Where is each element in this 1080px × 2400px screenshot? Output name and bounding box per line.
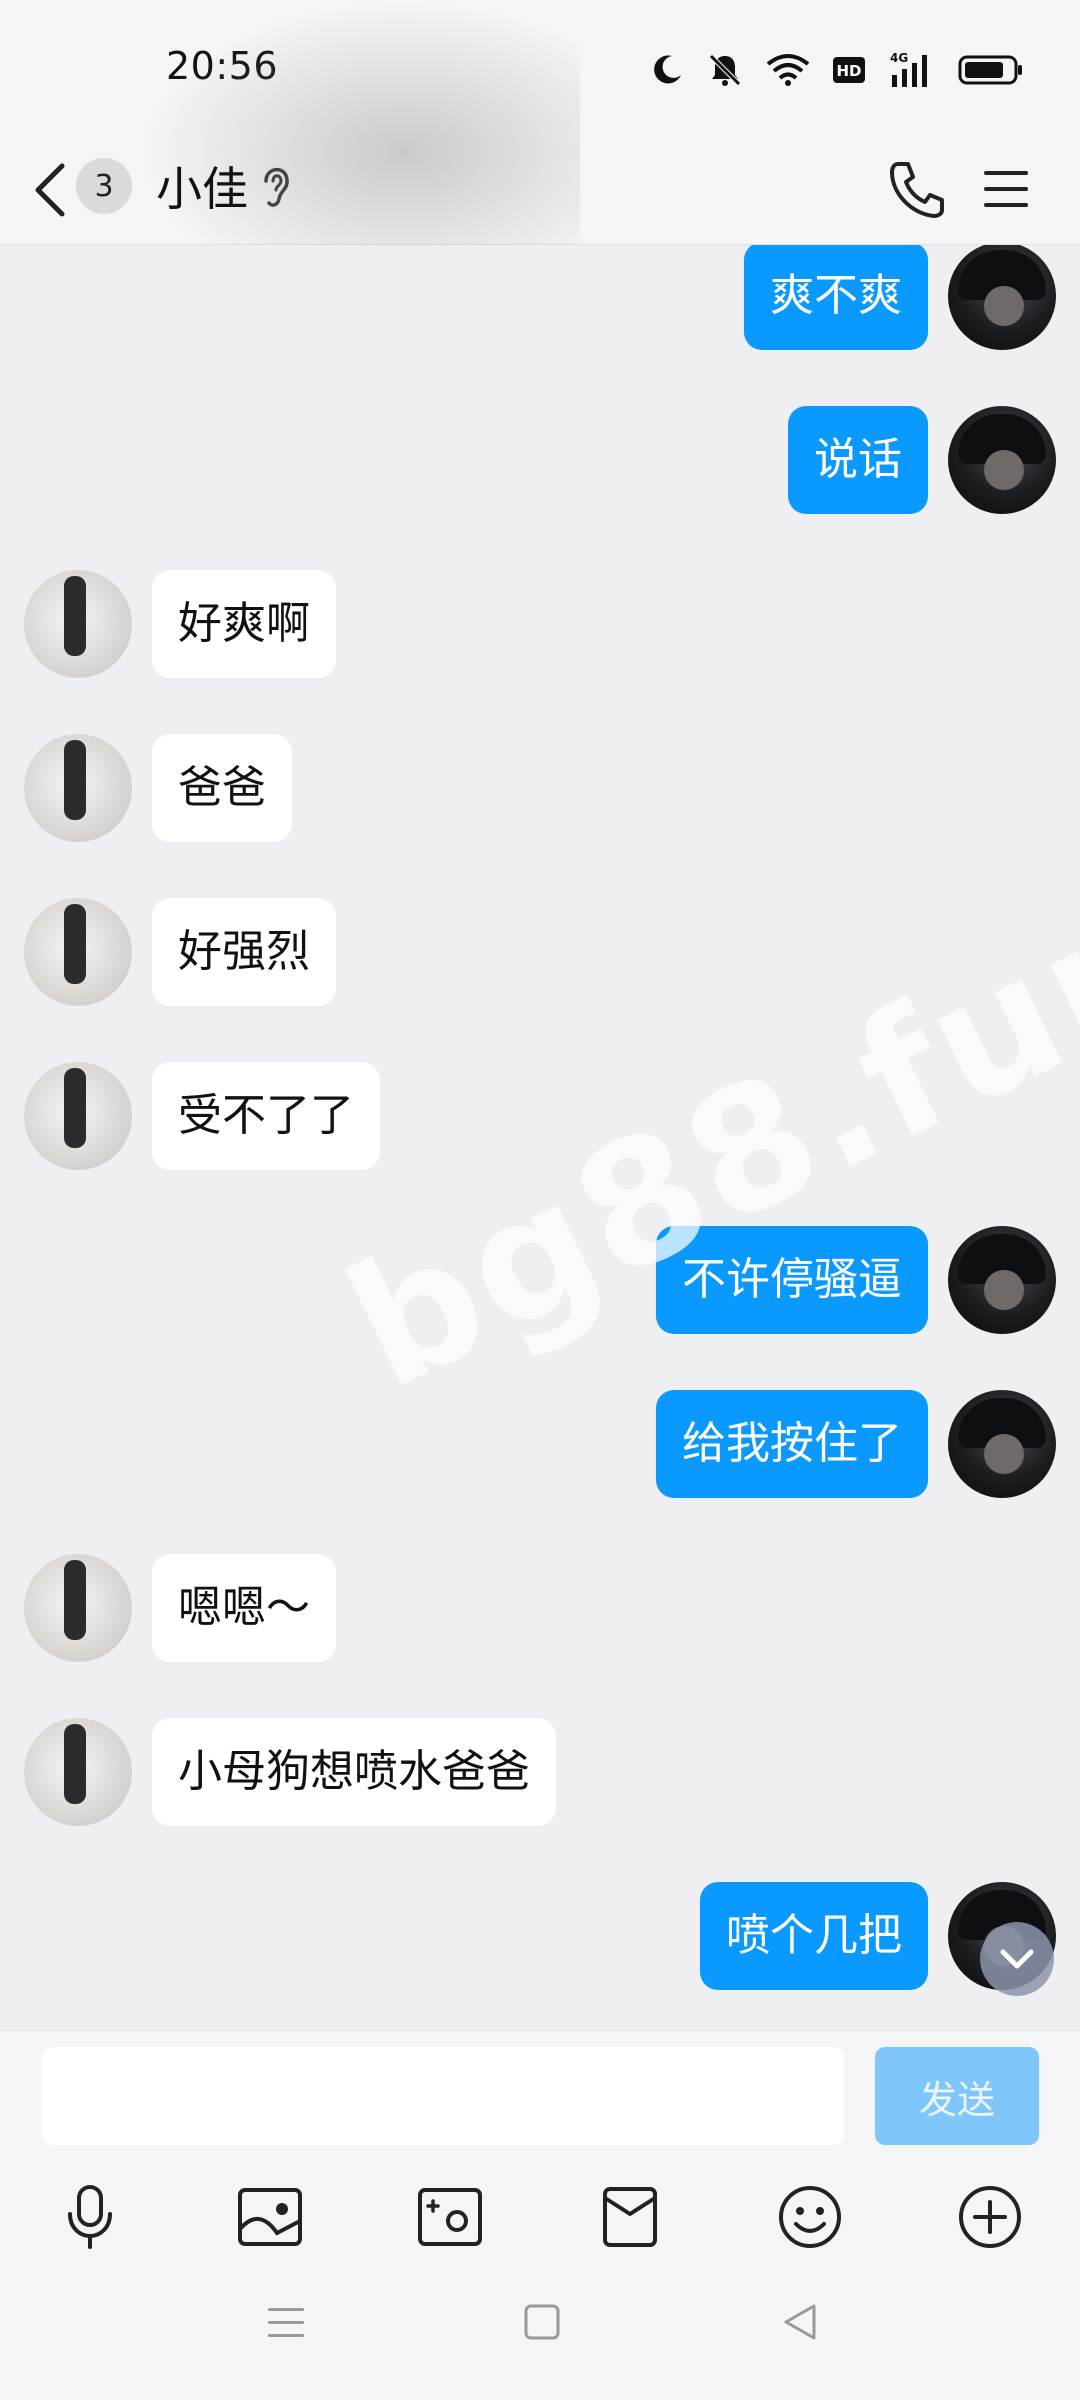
emoji-icon	[779, 2186, 841, 2248]
message-row: 受不了了	[0, 1062, 1080, 1172]
contact-avatar[interactable]	[24, 734, 132, 842]
message-row: 好爽啊	[0, 570, 1080, 680]
message-bubble[interactable]: 爸爸	[152, 734, 292, 842]
message-row: 给我按住了	[0, 1390, 1080, 1500]
contact-name[interactable]: 小佳	[156, 153, 248, 219]
signal-4g-icon: 4G	[888, 51, 936, 89]
status-time: 20:56	[166, 44, 279, 88]
message-row: 爸爸	[0, 734, 1080, 844]
home-button[interactable]	[512, 2292, 572, 2352]
svg-text:4G: 4G	[890, 51, 908, 65]
call-button[interactable]	[878, 149, 954, 229]
emoji-button[interactable]	[770, 2177, 850, 2257]
message-list[interactable]: 爽不爽 说话 好爽啊 爸爸 好强烈 受不了了 不许停骚逼 给我按住了 嗯嗯～ 小…	[0, 245, 1080, 2030]
message-row: 爽不爽	[0, 245, 1080, 352]
wifi-icon	[766, 53, 810, 87]
ear-icon[interactable]	[258, 159, 294, 213]
triangle-back-icon	[784, 2304, 816, 2340]
my-avatar[interactable]	[948, 245, 1056, 350]
menu-button[interactable]	[976, 149, 1036, 229]
camera-icon	[418, 2188, 482, 2246]
contact-avatar[interactable]	[24, 1554, 132, 1662]
message-bubble[interactable]: 给我按住了	[656, 1390, 928, 1498]
square-icon	[524, 2304, 560, 2340]
status-icons: HD 4G	[650, 46, 1024, 94]
contact-avatar[interactable]	[24, 1718, 132, 1826]
microphone-icon	[68, 2185, 112, 2249]
message-bubble[interactable]: 小母狗想喷水爸爸	[152, 1718, 556, 1826]
battery-icon	[958, 54, 1024, 86]
send-button[interactable]: 发送	[875, 2047, 1039, 2145]
moon-icon	[650, 53, 684, 87]
message-row: 说话	[0, 406, 1080, 516]
message-row: 小母狗想喷水爸爸	[0, 1718, 1080, 1828]
red-packet-icon	[603, 2187, 657, 2247]
message-bubble[interactable]: 喷个几把	[700, 1882, 928, 1990]
message-bubble[interactable]: 嗯嗯～	[152, 1554, 336, 1662]
message-bubble[interactable]: 爽不爽	[744, 245, 928, 350]
back-nav-button[interactable]	[770, 2292, 830, 2352]
unread-count-badge[interactable]: 3	[76, 158, 132, 214]
back-arrow-icon	[35, 163, 65, 217]
chat-header: 3 小佳	[0, 0, 1080, 245]
my-avatar[interactable]	[948, 406, 1056, 514]
message-bubble[interactable]: 好爽啊	[152, 570, 336, 678]
contact-avatar[interactable]	[24, 898, 132, 1006]
phone-icon	[890, 162, 944, 218]
hd-icon: HD	[832, 55, 866, 85]
menu-lines-icon	[268, 2308, 304, 2337]
message-bubble[interactable]: 不许停骚逼	[656, 1226, 928, 1334]
message-input[interactable]	[42, 2047, 844, 2145]
message-bubble[interactable]: 受不了了	[152, 1062, 380, 1170]
red-packet-button[interactable]	[590, 2177, 670, 2257]
image-icon	[238, 2188, 302, 2246]
scroll-to-bottom-button[interactable]	[980, 1922, 1054, 1996]
message-bubble[interactable]: 好强烈	[152, 898, 336, 1006]
plus-icon	[959, 2186, 1021, 2248]
camera-button[interactable]	[410, 2177, 490, 2257]
photo-button[interactable]	[230, 2177, 310, 2257]
menu-icon	[984, 171, 1028, 207]
recents-button[interactable]	[256, 2292, 316, 2352]
message-bubble[interactable]: 说话	[788, 406, 928, 514]
chevron-down-icon	[1000, 1949, 1034, 1969]
svg-text:HD: HD	[836, 62, 861, 80]
contact-avatar[interactable]	[24, 570, 132, 678]
message-row: 好强烈	[0, 898, 1080, 1008]
message-row: 不许停骚逼	[0, 1226, 1080, 1336]
system-nav-bar	[0, 2270, 1080, 2400]
status-bar: 20:56 HD 4G	[0, 0, 1080, 135]
message-row: 喷个几把	[0, 1882, 1080, 1992]
my-avatar[interactable]	[948, 1226, 1056, 1334]
message-row: 嗯嗯～	[0, 1554, 1080, 1664]
more-button[interactable]	[950, 2177, 1030, 2257]
my-avatar[interactable]	[948, 1390, 1056, 1498]
voice-button[interactable]	[50, 2177, 130, 2257]
contact-avatar[interactable]	[24, 1062, 132, 1170]
chat-screen: 20:56 HD 4G 3 小佳 爽不爽 说话 好爽啊 爸爸 好强烈 受不了了 …	[0, 0, 1080, 2400]
bell-muted-icon	[706, 51, 744, 89]
